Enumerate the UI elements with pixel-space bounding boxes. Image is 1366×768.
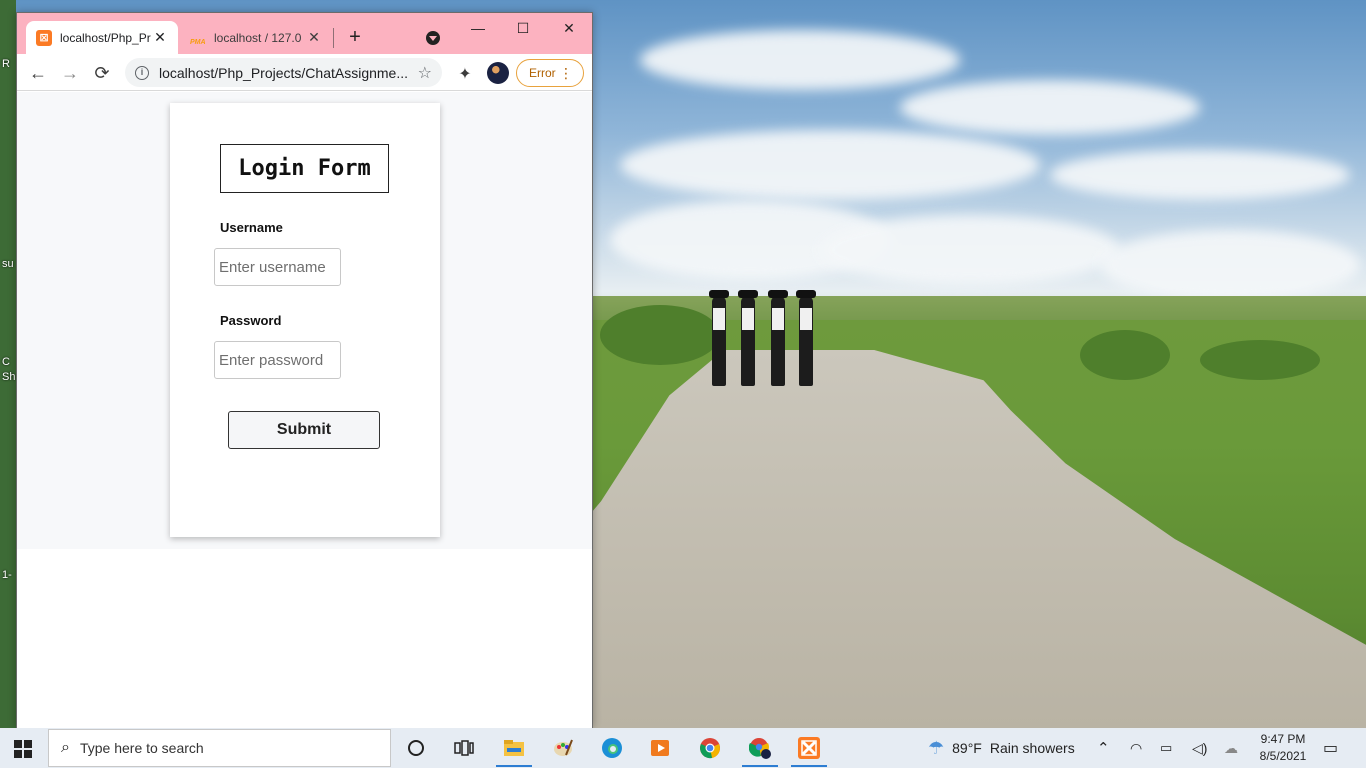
page-viewport: Login Form Username Password Submit <box>17 92 592 728</box>
login-form-title: Login Form <box>220 144 389 193</box>
site-info-icon[interactable]: i <box>135 65 149 80</box>
weather-rain-icon: ☂ <box>928 737 945 758</box>
desktop-icon-label: 1- <box>2 569 12 581</box>
tab-title: localhost / 127.0 <box>214 30 302 45</box>
url-text[interactable]: localhost/Php_Projects/ChatAssignme... <box>159 65 412 81</box>
onedrive-cloud-icon[interactable]: ☁ <box>1224 728 1238 768</box>
password-input[interactable] <box>214 341 341 379</box>
tab-localhost-php[interactable]: ⊠ localhost/Php_Pr ✕ <box>26 21 178 54</box>
close-icon[interactable]: ✕ <box>152 29 168 46</box>
xampp-icon: ⊠ <box>36 29 52 46</box>
desktop-icon-label: R <box>2 58 10 70</box>
phpmyadmin-icon: PMA <box>190 38 206 46</box>
login-form-card: Login Form Username Password Submit <box>170 103 440 537</box>
chrome-icon[interactable] <box>698 736 722 760</box>
username-input[interactable] <box>214 248 341 286</box>
notification-center-icon[interactable]: ▭ <box>1323 728 1338 768</box>
tab-separator <box>333 28 334 48</box>
battery-icon[interactable]: ▭ <box>1160 728 1172 768</box>
weather-widget[interactable]: ☂ 89°F Rain showers <box>928 728 1075 768</box>
extensions-puzzle-icon[interactable]: ✦ <box>456 64 474 83</box>
system-clock[interactable]: 9:47 PM 8/5/2021 <box>1248 731 1318 765</box>
maximize-button[interactable]: ☐ <box>508 17 538 39</box>
show-hidden-icons-chevron-icon[interactable]: ⌃ <box>1097 728 1110 768</box>
xampp-taskbar-icon[interactable] <box>791 736 827 767</box>
windows-taskbar: ⌕ Type here to search ☂ 89°F Rain shower… <box>0 728 1366 768</box>
search-icon: ⌕ <box>61 739 70 756</box>
desktop-icon-label: C <box>2 356 10 368</box>
start-windows-icon[interactable] <box>14 740 32 758</box>
weather-condition: Rain showers <box>989 740 1075 756</box>
desktop-icon-label: su <box>2 258 14 270</box>
password-label: Password <box>220 313 282 328</box>
tab-search-icon[interactable] <box>426 31 440 45</box>
chrome-profile-icon[interactable] <box>742 736 778 767</box>
bookmark-star-icon[interactable]: ☆ <box>418 63 432 83</box>
tab-title: localhost/Php_Pr <box>60 30 151 45</box>
desktop-left-edge: R su C Sh 1- <box>0 0 16 728</box>
submit-button[interactable]: Submit <box>228 411 380 449</box>
cortana-icon[interactable] <box>404 736 428 760</box>
task-view-icon[interactable] <box>452 736 476 760</box>
window-close-button[interactable]: ✕ <box>554 17 584 39</box>
browser-toolbar: ← → ⟳ i localhost/Php_Projects/ChatAssig… <box>17 54 592 91</box>
error-button[interactable]: Error ⋮ <box>516 59 584 87</box>
reload-button[interactable]: ⟳ <box>90 61 114 85</box>
desktop-icon-label: Sh <box>2 371 16 383</box>
volume-speaker-icon[interactable]: ◁) <box>1192 728 1207 768</box>
close-icon[interactable]: ✕ <box>306 29 322 46</box>
username-label: Username <box>220 220 283 235</box>
back-button[interactable]: ← <box>26 61 50 85</box>
taskbar-search-box[interactable]: ⌕ Type here to search <box>48 729 391 767</box>
browser-window: ⊠ localhost/Php_Pr ✕ PMA localhost / 127… <box>16 12 593 728</box>
network-wifi-icon[interactable]: ◠ <box>1130 728 1142 768</box>
menu-kebab-icon[interactable]: ⋮ <box>559 65 573 81</box>
media-player-icon[interactable] <box>648 736 672 760</box>
browser-titlebar[interactable]: ⊠ localhost/Php_Pr ✕ PMA localhost / 127… <box>17 13 592 54</box>
edge-icon[interactable] <box>600 736 624 760</box>
weather-temp: 89°F <box>952 740 982 756</box>
forward-button[interactable]: → <box>58 61 82 85</box>
search-placeholder: Type here to search <box>79 740 204 756</box>
new-tab-button[interactable]: + <box>345 25 365 49</box>
clock-date: 8/5/2021 <box>1259 749 1307 763</box>
profile-avatar[interactable] <box>487 62 509 84</box>
error-label: Error <box>529 66 556 80</box>
tab-phpmyadmin[interactable]: PMA localhost / 127.0 ✕ <box>180 21 332 54</box>
clock-time: 9:47 PM <box>1260 732 1306 746</box>
minimize-button[interactable]: — <box>463 17 493 39</box>
address-bar[interactable]: i localhost/Php_Projects/ChatAssignme...… <box>125 58 442 87</box>
paint-icon[interactable] <box>551 736 575 760</box>
file-explorer-icon[interactable] <box>496 736 532 767</box>
